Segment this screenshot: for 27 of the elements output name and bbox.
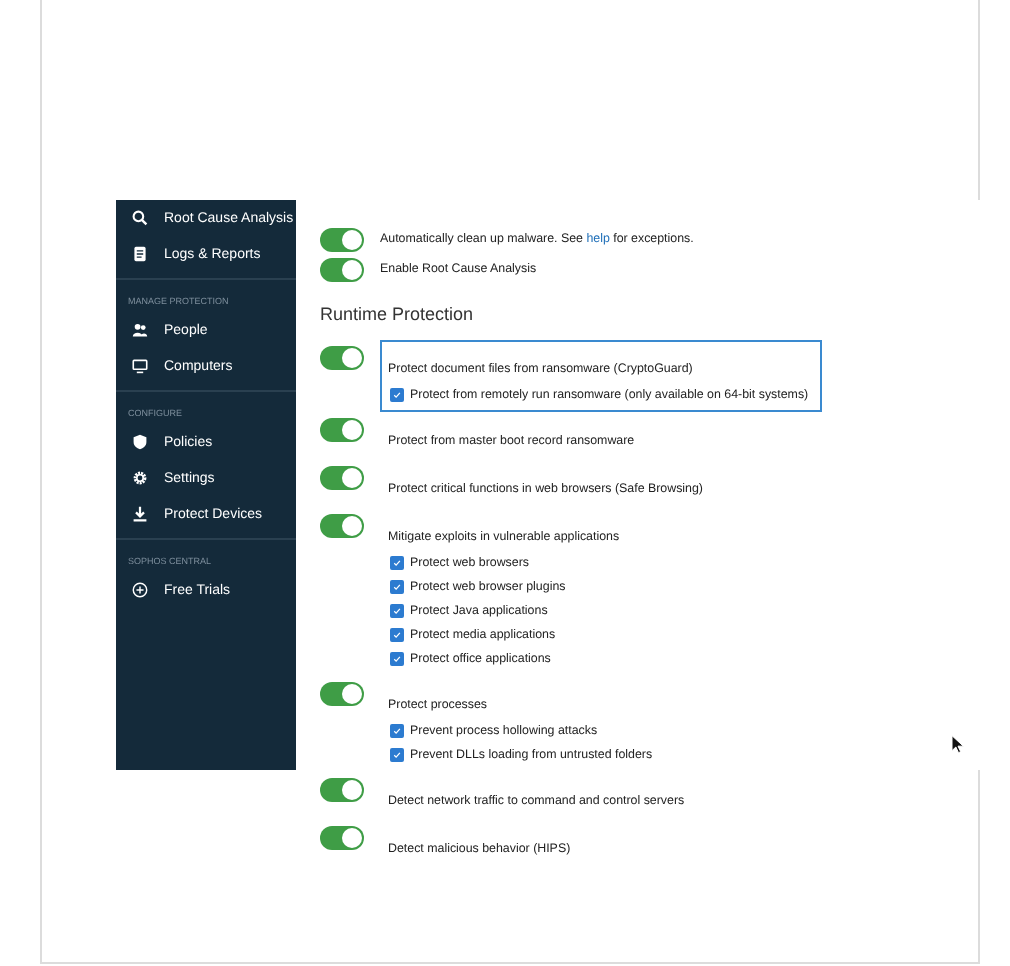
toggle-switch[interactable]	[320, 228, 364, 252]
checkbox[interactable]	[390, 555, 404, 569]
gear-icon[interactable]	[132, 470, 148, 486]
checkbox[interactable]	[390, 723, 404, 737]
toggle-switch[interactable]	[320, 514, 364, 538]
checkbox[interactable]	[390, 651, 404, 665]
download-icon[interactable]	[132, 506, 148, 522]
doc-icon[interactable]	[132, 246, 148, 262]
shield-icon[interactable]	[132, 434, 148, 450]
toggle-switch[interactable]	[320, 826, 364, 850]
checkbox[interactable]	[390, 627, 404, 641]
toggle-switch[interactable]	[320, 682, 364, 706]
toggle-switch[interactable]	[320, 258, 364, 282]
toggle-switch[interactable]	[320, 346, 364, 370]
checkbox[interactable]	[390, 747, 404, 761]
toggle-switch[interactable]	[320, 418, 364, 442]
plus-icon[interactable]	[132, 582, 148, 598]
section-title: Runtime Protection	[320, 304, 476, 324]
mouse-pointer-icon	[950, 734, 964, 754]
checkbox[interactable]	[390, 579, 404, 593]
checkbox[interactable]	[390, 603, 404, 617]
checkbox[interactable]	[390, 387, 404, 401]
search-icon[interactable]	[132, 210, 148, 226]
toggle-switch[interactable]	[320, 466, 364, 490]
toggle-switch[interactable]	[320, 778, 364, 802]
monitor-icon[interactable]	[132, 358, 148, 374]
people-icon[interactable]	[132, 322, 148, 338]
